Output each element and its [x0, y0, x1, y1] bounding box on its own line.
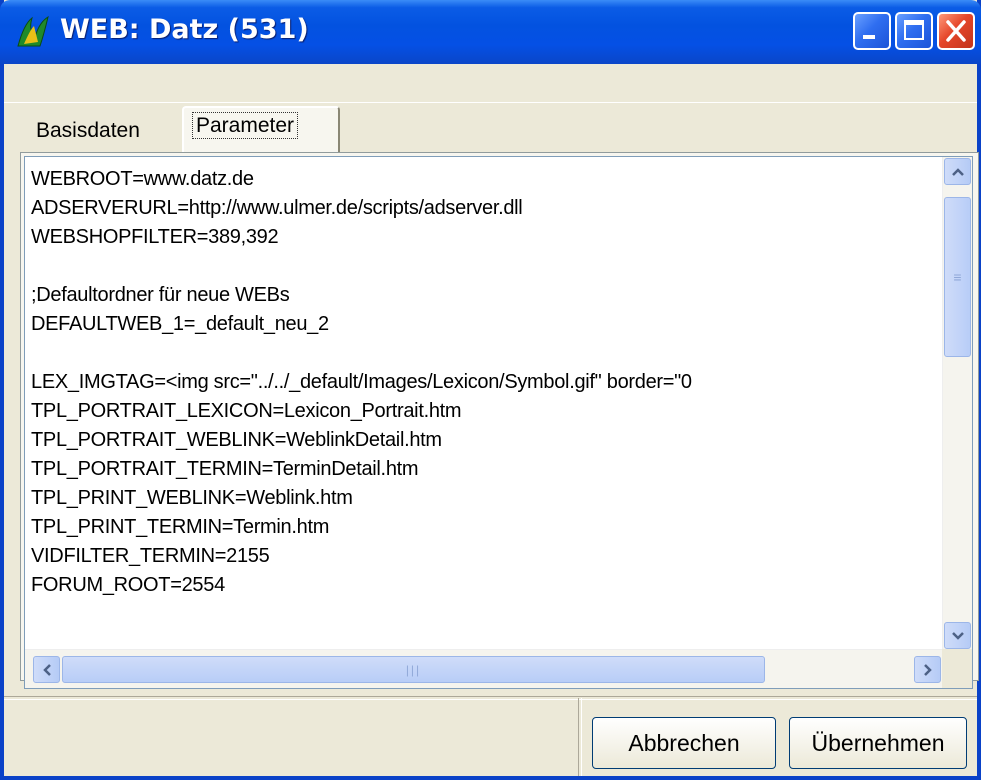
text-line: VIDFILTER_TERMIN=2155	[31, 545, 270, 567]
minimize-icon	[863, 35, 875, 39]
scroll-left-button[interactable]	[33, 656, 60, 683]
text-line: TPL_PORTRAIT_TERMIN=TerminDetail.htm	[31, 458, 419, 480]
parameter-textarea[interactable]: WEBROOT=www.datz.de ADSERVERURL=http://ww…	[24, 156, 973, 689]
scrollbar-corner	[942, 649, 972, 688]
title-bar[interactable]: WEB: Datz (531)	[0, 0, 981, 64]
dialog-window: WEB: Datz (531) Basisdaten Parameter WEB…	[0, 0, 981, 780]
footer-separator	[578, 698, 582, 776]
text-line: TPL_PORTRAIT_LEXICON=Lexicon_Portrait.ht…	[31, 400, 462, 422]
text-line: ADSERVERURL=http://www.ulmer.de/scripts/…	[31, 197, 523, 219]
text-line: TPL_PRINT_WEBLINK=Weblink.htm	[31, 487, 353, 509]
text-line: WEBSHOPFILTER=389,392	[31, 226, 279, 248]
chevron-down-icon	[951, 631, 964, 640]
text-line: WEBROOT=www.datz.de	[31, 168, 254, 190]
tab-label: Parameter	[192, 112, 299, 139]
text-lines: WEBROOT=www.datz.de ADSERVERURL=http://ww…	[31, 165, 941, 600]
text-line	[31, 252, 941, 281]
scroll-up-button[interactable]	[944, 158, 971, 185]
chevron-right-icon	[923, 663, 932, 676]
text-line: LEX_IMGTAG=<img src="../../_default/Imag…	[31, 371, 692, 393]
text-line: TPL_PORTRAIT_WEBLINK=WeblinkDetail.htm	[31, 429, 442, 451]
vertical-scrollbar[interactable]: ≡	[942, 157, 972, 650]
minimize-button[interactable]	[853, 12, 891, 50]
text-line: FORUM_ROOT=2554	[31, 574, 225, 596]
apply-button[interactable]: Übernehmen	[789, 717, 967, 769]
menu-strip	[4, 64, 977, 103]
tab-label: Basisdaten	[36, 119, 140, 142]
chevron-left-icon	[42, 663, 51, 676]
scroll-right-button[interactable]	[914, 656, 941, 683]
maximize-button[interactable]	[895, 12, 933, 50]
horizontal-scroll-thumb[interactable]: |||	[62, 656, 765, 683]
text-line	[31, 339, 941, 368]
vertical-scroll-thumb[interactable]: ≡	[944, 197, 971, 357]
chevron-up-icon	[951, 167, 964, 176]
text-line: DEFAULTWEB_1=_default_neu_2	[31, 313, 329, 335]
text-line: ;Defaultordner für neue WEBs	[31, 284, 290, 306]
close-button[interactable]	[937, 12, 975, 50]
maximize-icon	[904, 20, 924, 40]
tab-basisdaten[interactable]: Basisdaten	[28, 112, 182, 152]
text-line: TPL_PRINT_TERMIN=Termin.htm	[31, 516, 330, 538]
horizontal-scrollbar[interactable]: |||	[25, 649, 943, 688]
close-icon	[946, 20, 966, 42]
tab-parameter[interactable]: Parameter	[182, 106, 340, 152]
cancel-button[interactable]: Abbrechen	[592, 717, 776, 769]
window-title: WEB: Datz (531)	[60, 14, 309, 45]
app-icon	[14, 14, 52, 50]
footer-divider	[4, 696, 977, 700]
scroll-down-button[interactable]	[944, 622, 971, 649]
